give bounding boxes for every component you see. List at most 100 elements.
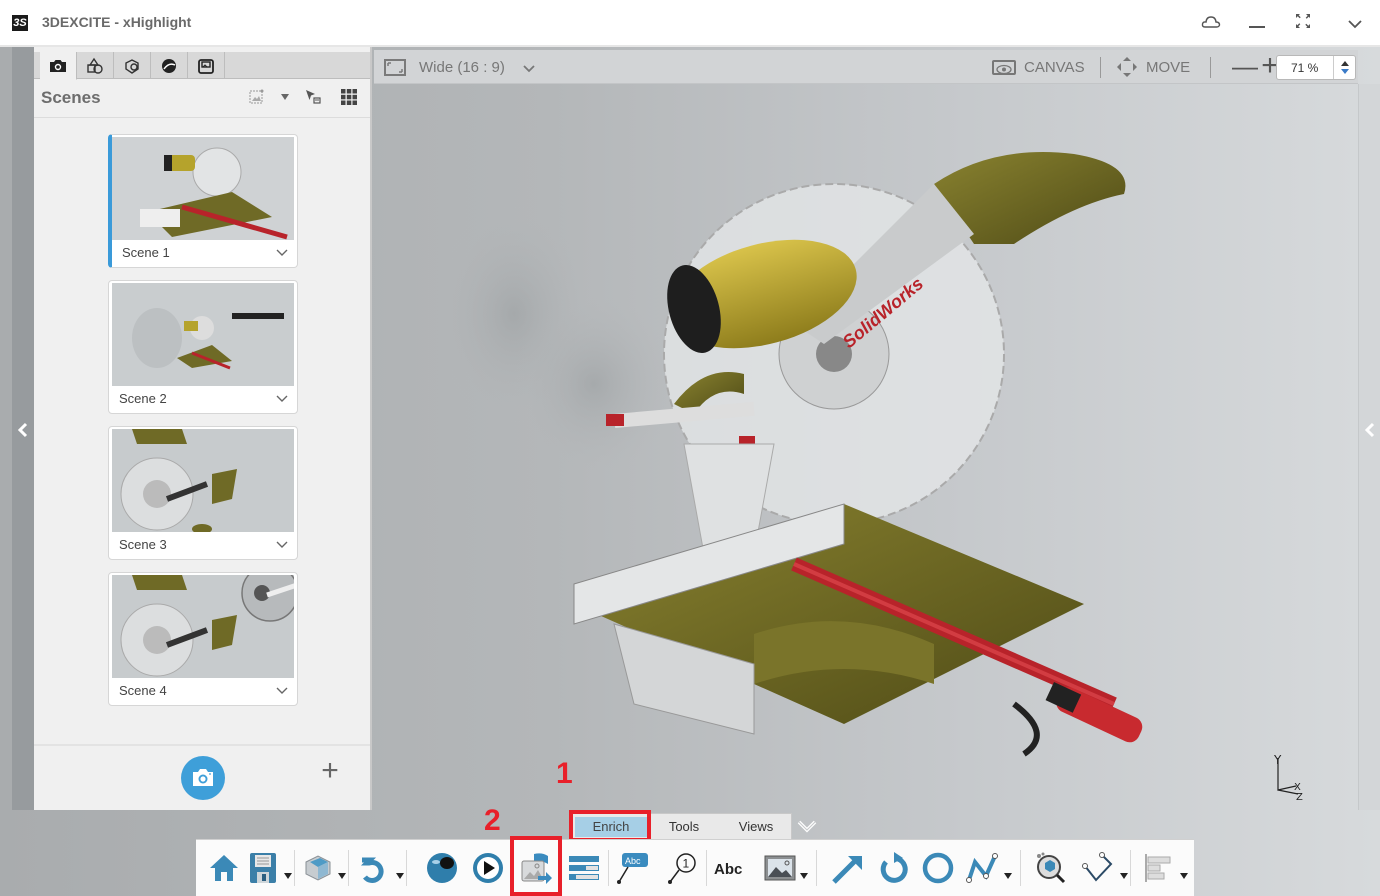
play-icon	[473, 853, 503, 883]
scene-card[interactable]: Scene 1	[108, 134, 298, 268]
scene-menu-chevron-icon[interactable]	[275, 537, 289, 551]
align-dropdown-icon[interactable]	[1180, 866, 1188, 879]
magnifier-tool[interactable]	[1032, 850, 1068, 886]
scene-label: Scene 4	[119, 683, 167, 698]
scene-menu-chevron-icon[interactable]	[275, 683, 289, 697]
canvas-button[interactable]: CANVAS	[1024, 59, 1085, 76]
scene-card[interactable]: Scene 2	[108, 280, 298, 414]
toolbar-separator	[406, 850, 407, 886]
tab-tools[interactable]: Tools	[649, 817, 719, 837]
aspect-ratio-select[interactable]: Wide (16 : 9)	[419, 59, 505, 76]
enrich-toolbar: Abc 1 Abc	[196, 839, 1194, 896]
circle-icon	[922, 852, 954, 884]
add-scene-button[interactable]: +	[318, 756, 342, 786]
layers-tool[interactable]	[566, 850, 602, 886]
tab-views[interactable]: Views	[721, 817, 791, 837]
axis-triad: Y X Z	[1268, 752, 1308, 803]
polyline-dropdown-icon[interactable]	[1004, 866, 1012, 879]
toolbar-separator	[608, 850, 609, 886]
text-icon: Abc	[714, 861, 742, 878]
toolbar-separator	[1100, 57, 1101, 78]
text-callout-icon: Abc	[617, 853, 648, 884]
environment-tool[interactable]	[424, 850, 460, 886]
undo-tool[interactable]	[356, 850, 392, 886]
image-dropdown-icon[interactable]	[800, 866, 808, 879]
polyline-icon	[966, 853, 998, 883]
scene-card[interactable]: Scene 3	[108, 426, 298, 560]
scene-thumbnail	[112, 137, 294, 240]
svg-text:Abc: Abc	[714, 861, 742, 878]
fullscreen-icon[interactable]	[1288, 10, 1318, 36]
measure-tool[interactable]	[1080, 850, 1116, 886]
zoom-spinner[interactable]	[1333, 56, 1355, 79]
dropdown-arrow-icon[interactable]	[276, 88, 294, 106]
rotate-arrow-tool[interactable]	[876, 850, 912, 886]
tab-environment[interactable]	[151, 52, 188, 79]
circle-tool[interactable]	[920, 850, 956, 886]
arrow-tool[interactable]	[830, 850, 866, 886]
annotation-number-1: 1	[556, 757, 573, 790]
axis-z-label: Z	[1296, 792, 1303, 802]
tab-materials[interactable]	[114, 52, 151, 79]
collapse-left-panel-icon[interactable]	[12, 420, 34, 444]
image-icon	[764, 855, 796, 881]
panel-tabs	[34, 52, 370, 80]
tab-render[interactable]	[188, 52, 225, 79]
scene-menu-chevron-icon[interactable]	[275, 391, 289, 405]
scene-menu-chevron-icon[interactable]	[275, 245, 289, 259]
cloud-icon[interactable]	[1196, 10, 1226, 36]
play-tool[interactable]	[470, 850, 506, 886]
home-tool[interactable]	[206, 850, 242, 886]
toolbar-separator	[348, 850, 349, 886]
toolbar-separator	[816, 850, 817, 886]
app-title: 3DEXCITE - xHighlight	[42, 14, 192, 30]
material-icon	[125, 58, 139, 74]
shapes-icon	[87, 57, 103, 74]
move-icon[interactable]	[1116, 56, 1138, 78]
chevron-down-icon[interactable]	[522, 61, 536, 73]
magnifier-icon	[1037, 852, 1066, 884]
tab-shapes[interactable]	[77, 52, 114, 79]
zoom-level-field[interactable]: 71 %	[1276, 55, 1356, 80]
save-dropdown-icon[interactable]	[284, 866, 292, 879]
scenes-panel: Scenes Scene 1 Scene 2 Scene 3 Scene 4 +	[34, 47, 372, 810]
panel-title: Scenes	[41, 88, 101, 107]
image-options-icon[interactable]	[248, 88, 266, 106]
home-icon	[210, 855, 238, 881]
capture-scene-button[interactable]	[181, 756, 225, 800]
measure-dropdown-icon[interactable]	[1120, 866, 1128, 879]
collapse-ribbon-chevron-icon[interactable]	[796, 818, 818, 834]
zoom-out-button[interactable]: —	[1232, 53, 1258, 79]
viewport-toolbar: Wide (16 : 9) CANVAS MOVE — + 71 %	[374, 50, 1358, 84]
chevron-down-icon[interactable]	[1340, 10, 1370, 36]
annotation-box-1	[569, 810, 651, 842]
product-tool[interactable]	[300, 850, 336, 886]
right-collapse-strip	[1358, 84, 1380, 810]
rotate-arrow-icon	[880, 852, 908, 883]
tab-scenes[interactable]	[40, 52, 77, 80]
aspect-ratio-icon[interactable]	[384, 59, 406, 76]
3d-viewport[interactable]: SolidWorks	[374, 84, 1358, 810]
eye-canvas-icon[interactable]	[992, 60, 1016, 75]
polyline-tool[interactable]	[964, 850, 1000, 886]
save-tool[interactable]	[246, 850, 282, 886]
product-dropdown-icon[interactable]	[338, 866, 346, 879]
numbered-callout-tool[interactable]: 1	[664, 850, 700, 886]
select-scene-icon[interactable]	[304, 88, 322, 106]
align-tool[interactable]	[1140, 850, 1176, 886]
scene-card[interactable]: Scene 4	[108, 572, 298, 706]
svg-text:1: 1	[683, 857, 690, 871]
camera-icon	[193, 769, 213, 786]
scene-thumbnail	[112, 429, 294, 532]
image-tool[interactable]	[762, 850, 798, 886]
grid-view-icon[interactable]	[340, 88, 358, 106]
text-tool[interactable]: Abc	[712, 850, 748, 886]
callout-tool[interactable]: Abc	[614, 850, 650, 886]
minimize-icon[interactable]	[1242, 10, 1272, 36]
expand-right-panel-icon[interactable]	[1362, 420, 1378, 444]
move-button[interactable]: MOVE	[1146, 59, 1190, 76]
sphere-icon	[162, 58, 176, 73]
zoom-value: 71 %	[1291, 61, 1319, 75]
undo-dropdown-icon[interactable]	[396, 866, 404, 879]
camera-icon	[50, 59, 66, 72]
